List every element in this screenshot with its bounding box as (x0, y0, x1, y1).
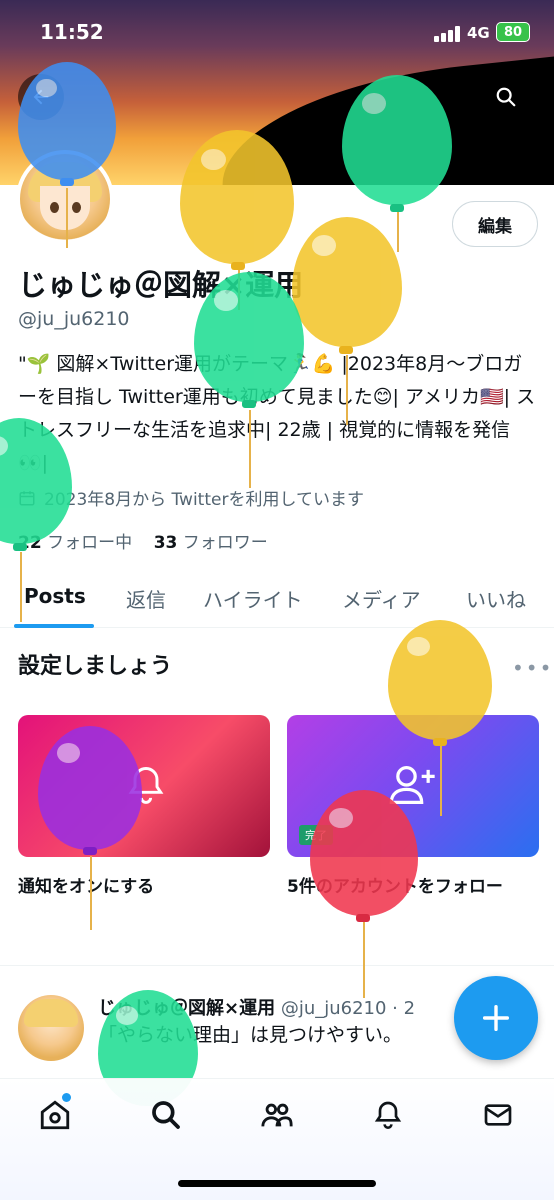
nav-notifications[interactable] (368, 1095, 408, 1135)
search-icon (496, 87, 516, 107)
enable-notifications-label[interactable]: 通知をオンにする (18, 872, 154, 897)
network-type: 4G (467, 24, 490, 42)
tab-posts[interactable]: Posts (24, 584, 86, 608)
active-tab-indicator (14, 624, 94, 628)
compose-button[interactable] (454, 976, 538, 1060)
nav-search[interactable] (146, 1095, 186, 1135)
follow-stats: 22 フォロー中 33 フォロワー (18, 528, 268, 553)
plus-icon (482, 1004, 510, 1032)
nav-communities[interactable] (257, 1095, 297, 1135)
profile-handle: @ju_ju6210 (18, 308, 130, 330)
search-icon (152, 1101, 180, 1129)
following-label: フォロー中 (47, 533, 133, 553)
divider (0, 965, 554, 966)
search-button[interactable] (483, 74, 529, 120)
unread-dot (62, 1093, 71, 1102)
profile-tabs: Posts 返信 ハイライト メディア いいね (0, 570, 554, 628)
post-author-handle: @ju_ju6210 · 2 (280, 998, 416, 1019)
people-icon (261, 1103, 293, 1127)
home-indicator (178, 1180, 376, 1187)
followers-link[interactable]: 33 フォロワー (154, 533, 268, 553)
edit-profile-button[interactable]: 編集 (452, 201, 538, 247)
battery-icon: 80 (496, 22, 530, 42)
signal-icon (434, 26, 460, 42)
post-avatar[interactable] (18, 995, 84, 1061)
tab-highlights[interactable]: ハイライト (203, 584, 303, 613)
tab-replies[interactable]: 返信 (126, 584, 166, 613)
tab-likes[interactable]: いいね (466, 584, 526, 613)
setup-title: 設定しましょう (18, 654, 173, 679)
status-time: 11:52 (40, 20, 104, 44)
bell-icon (374, 1101, 402, 1129)
home-icon (40, 1100, 70, 1130)
more-options-icon[interactable]: ••• (512, 656, 553, 680)
followers-count: 33 (153, 533, 178, 553)
followers-label: フォロワー (182, 533, 268, 553)
mail-icon (484, 1104, 512, 1126)
tab-media[interactable]: メディア (342, 584, 421, 613)
joined-text: 2023年8月から Twitterを利用しています (44, 490, 364, 510)
nav-messages[interactable] (478, 1095, 518, 1135)
status-bar: 11:52 4G 80 (0, 0, 554, 60)
